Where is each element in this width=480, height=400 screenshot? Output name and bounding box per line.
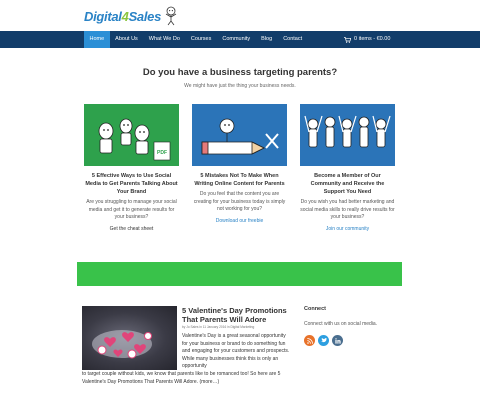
feature-title: 5 Mistakes Not To Make When Writing Onli…	[194, 173, 285, 187]
feature-description: Do you wish you had better marketing and…	[300, 199, 395, 220]
nav-courses[interactable]: Courses	[185, 31, 216, 48]
feature-description: Do you feel that the content you are cre…	[193, 191, 286, 212]
post-excerpt-continued: to target couple without kids, we know t…	[82, 371, 281, 385]
pdf-badge: PDF	[153, 141, 171, 161]
hero-title: Do you have a business targeting parents…	[142, 67, 338, 78]
social-links	[304, 335, 343, 346]
feature-social-media: PDF 5 Effective Ways to Use Social Media…	[84, 104, 179, 232]
cart-link[interactable]: 0 items - €0.00	[344, 31, 390, 48]
nav-home[interactable]: Home	[84, 31, 110, 48]
twitter-bird-glyph	[320, 338, 327, 343]
valentine-candy-image	[92, 330, 152, 359]
sidebar-connect-title: Connect	[304, 306, 326, 312]
post-thumbnail[interactable]	[82, 306, 177, 370]
feature-title: 5 Effective Ways to Use Social Media to …	[85, 173, 178, 195]
svg-text:PDF: PDF	[157, 150, 167, 156]
post-meta: by Jo Sales in 11 January 2016 in Digita…	[182, 325, 255, 329]
rss-glyph	[306, 337, 313, 344]
feature-image-community[interactable]	[300, 104, 395, 166]
rss-icon[interactable]	[304, 335, 315, 346]
community-people-illustration	[304, 115, 391, 148]
post-excerpt: Valentine's Day is a great seasonal oppo…	[182, 333, 290, 370]
pencil-character-illustration	[201, 118, 279, 155]
nav-community[interactable]: Community	[217, 31, 256, 48]
logo-wordmark: Digital4Sales	[84, 8, 162, 24]
join-community-link[interactable]: Join our community	[300, 226, 395, 232]
sidebar-connect-text: Connect with us on social media.	[304, 321, 378, 327]
main-navbar: Home About Us What We Do Courses Communi…	[0, 31, 480, 48]
post-title[interactable]: 5 Valentine's Day Promotions That Parent…	[182, 306, 292, 324]
nav-what-we-do[interactable]: What We Do	[143, 31, 185, 48]
feature-description: Are you struggling to manage your social…	[86, 199, 177, 220]
linkedin-icon[interactable]	[332, 335, 343, 346]
feature-title: Become a Member of Our Community and Rec…	[310, 173, 385, 195]
download-freebie-link[interactable]: Download our freebie	[192, 218, 287, 224]
feature-community: Become a Member of Our Community and Rec…	[300, 104, 395, 232]
hero-subtitle: We might have just the thing your busine…	[184, 83, 296, 89]
cheat-sheet-link[interactable]: Get the cheat sheet	[84, 226, 179, 232]
feature-image-writing[interactable]	[192, 104, 287, 166]
site-logo[interactable]: Digital4Sales	[84, 4, 178, 28]
nav-about-us[interactable]: About Us	[110, 31, 144, 48]
feature-image-social[interactable]: PDF	[84, 104, 179, 166]
cartoon-people-illustration: PDF	[98, 118, 171, 161]
mascot-icon	[165, 6, 177, 26]
nav-blog[interactable]: Blog	[256, 31, 278, 48]
cart-summary: 0 items - €0.00	[354, 36, 391, 42]
site-header: Digital4Sales	[0, 0, 480, 31]
nav-contact[interactable]: Contact	[278, 31, 308, 48]
twitter-icon[interactable]	[318, 335, 329, 346]
feature-writing-mistakes: 5 Mistakes Not To Make When Writing Onli…	[192, 104, 287, 224]
promo-banner[interactable]	[77, 262, 402, 286]
main-menu: Home About Us What We Do Courses Communi…	[84, 31, 308, 48]
linkedin-glyph	[334, 337, 341, 344]
cart-icon	[344, 36, 351, 43]
